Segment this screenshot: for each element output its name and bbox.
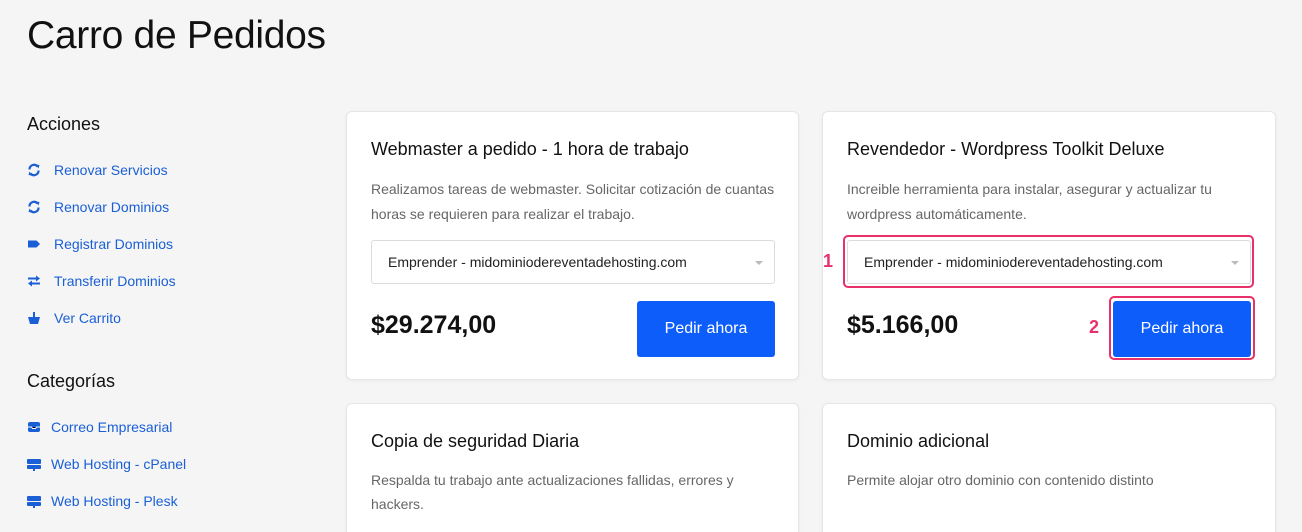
sidebar-item-correo-empresarial[interactable]: Correo Empresarial <box>27 419 172 435</box>
annotation-marker-1: 1 <box>823 251 834 271</box>
product-price: $5.166,00 <box>847 311 959 339</box>
actions-heading: Acciones <box>27 114 101 134</box>
product-title: Copia de seguridad Diaria <box>371 431 580 451</box>
sidebar-item-label: Ver Carrito <box>54 310 121 326</box>
product-card: Dominio adicional Permite alojar otro do… <box>822 403 1276 532</box>
sidebar-item-label: Correo Empresarial <box>51 419 173 435</box>
product-card: Webmaster a pedido - 1 hora de trabajo R… <box>346 111 799 380</box>
sidebar-item-web-hosting-cpanel[interactable]: Web Hosting - cPanel <box>27 456 186 472</box>
sidebar-item-transferir-dominios[interactable]: Transferir Dominios <box>27 273 176 289</box>
sidebar-item-ver-carrito[interactable]: Ver Carrito <box>27 310 121 326</box>
categories-heading: Categorías <box>27 371 116 391</box>
order-now-button[interactable]: Pedir ahora <box>1113 301 1251 357</box>
domain-select[interactable]: Emprender - midominiodereventadehosting.… <box>371 240 775 284</box>
product-card: Revendedor - Wordpress Toolkit Deluxe In… <box>822 111 1276 380</box>
sidebar-item-renovar-dominios[interactable]: Renovar Dominios <box>27 199 169 215</box>
sync-icon <box>27 200 41 214</box>
product-title: Dominio adicional <box>847 431 990 451</box>
sidebar-item-label: Renovar Dominios <box>54 199 170 215</box>
product-description: Increible herramienta para instalar, ase… <box>847 181 1212 222</box>
server-icon <box>27 457 41 471</box>
sidebar-item-web-hosting-plesk[interactable]: Web Hosting - Plesk <box>27 493 178 509</box>
product-title: Webmaster a pedido - 1 hora de trabajo <box>371 139 689 159</box>
sidebar-item-label: Transferir Dominios <box>54 273 176 289</box>
product-description: Permite alojar otro dominio con contenid… <box>847 472 1154 488</box>
tag-icon <box>27 237 41 251</box>
product-card: Copia de seguridad Diaria Respalda tu tr… <box>346 403 799 532</box>
sidebar-item-renovar-servicios[interactable]: Renovar Servicios <box>27 162 168 178</box>
product-description: Realizamos tareas de webmaster. Solicita… <box>371 181 775 222</box>
chevron-down-icon <box>755 261 763 265</box>
basket-icon <box>27 311 41 325</box>
sidebar-item-registrar-dominios[interactable]: Registrar Dominios <box>27 236 173 252</box>
transfer-arrows-icon <box>27 274 41 288</box>
sidebar-item-label: Registrar Dominios <box>54 236 174 252</box>
chevron-down-icon <box>1231 261 1239 265</box>
order-now-button[interactable]: Pedir ahora <box>637 301 775 357</box>
sidebar-item-label: Web Hosting - Plesk <box>51 493 178 509</box>
page-title: Carro de Pedidos <box>27 14 326 57</box>
sidebar-item-label: Web Hosting - cPanel <box>51 456 187 472</box>
sidebar-item-label: Renovar Servicios <box>54 162 168 178</box>
domain-select[interactable]: Emprender - midominiodereventadehosting.… <box>847 240 1251 284</box>
product-description: Respalda tu trabajo ante actualizaciones… <box>371 472 734 512</box>
server-icon <box>27 494 41 508</box>
select-value: Emprender - midominiodereventadehosting.… <box>864 254 1163 270</box>
annotation-marker-2: 2 <box>1089 317 1100 337</box>
product-title: Revendedor - Wordpress Toolkit Deluxe <box>847 139 1165 159</box>
sync-icon <box>27 163 41 177</box>
select-value: Emprender - midominiodereventadehosting.… <box>388 254 687 270</box>
product-price: $29.274,00 <box>371 311 497 339</box>
inbox-icon <box>27 420 41 434</box>
